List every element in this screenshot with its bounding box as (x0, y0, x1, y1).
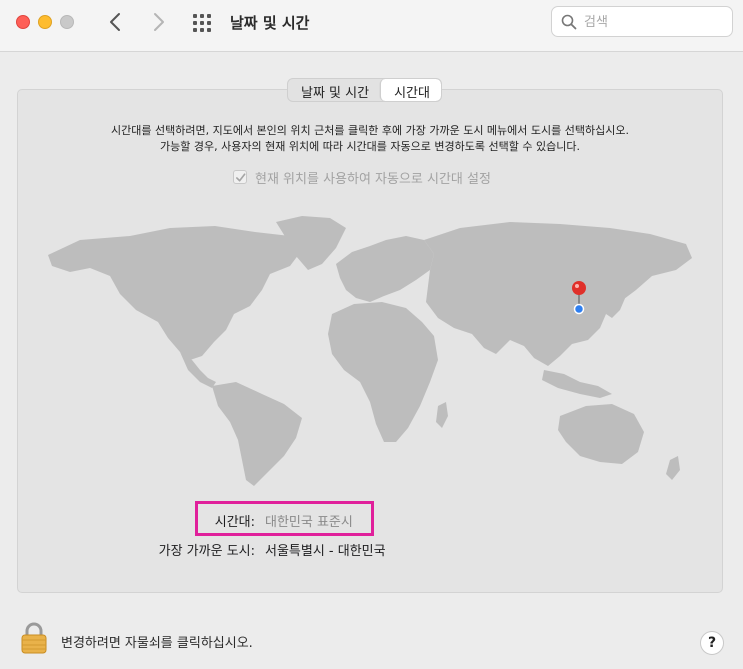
north-america-landmass[interactable] (48, 226, 302, 360)
map-landmasses (48, 216, 692, 486)
south-america-landmass[interactable] (212, 382, 302, 486)
auto-timezone-label: 현재 위치를 사용하여 자동으로 시간대 설정 (255, 171, 491, 187)
southeast-asia-islands[interactable] (542, 370, 612, 398)
description-line-2: 가능할 경우, 사용자의 현재 위치에 따라 시간대를 자동으로 변경하도록 선… (160, 140, 580, 153)
timezone-label: 시간대: (214, 515, 255, 530)
close-window-button[interactable] (16, 15, 30, 29)
preferences-window: 날짜 및 시간 날짜 및 시간 시간대 시간대를 선택하려면, 지도에서 본인의… (0, 0, 743, 669)
search-icon (561, 14, 577, 30)
world-map[interactable] (40, 210, 700, 490)
grid-icon (193, 14, 211, 32)
checkmark-icon (236, 173, 246, 182)
timezone-value: 대한민국 표준시 (265, 515, 353, 530)
minimize-window-button[interactable] (38, 15, 52, 29)
africa-landmass[interactable] (328, 302, 438, 442)
asia-landmass[interactable] (424, 222, 692, 366)
tab-timezone[interactable]: 시간대 (380, 79, 441, 101)
search-input[interactable] (584, 12, 724, 32)
back-button[interactable] (104, 10, 128, 34)
auto-timezone-option[interactable]: 현재 위치를 사용하여 자동으로 시간대 설정 (233, 168, 491, 187)
current-location-dot (573, 303, 585, 315)
show-all-button[interactable] (192, 12, 214, 34)
closest-city-label: 가장 가까운 도시: (158, 544, 255, 559)
forward-arrow-icon (154, 13, 164, 31)
search-field[interactable] (551, 6, 733, 37)
forward-button[interactable] (146, 10, 170, 34)
lock-instruction: 변경하려면 자물쇠를 클릭하십시오. (61, 636, 253, 651)
closest-city-value[interactable]: 서울특별시 - 대한민국 (265, 540, 386, 559)
description-line-1: 시간대를 선택하려면, 지도에서 본인의 위치 근처를 클릭한 후에 가장 가까… (111, 124, 629, 137)
europe-landmass[interactable] (336, 236, 434, 302)
zoom-window-button[interactable] (60, 15, 74, 29)
tab-date-time[interactable]: 날짜 및 시간 (288, 79, 380, 101)
back-arrow-icon (110, 13, 120, 31)
tab-bar: 날짜 및 시간 시간대 (287, 78, 442, 102)
help-button[interactable]: ? (700, 631, 724, 655)
new-zealand-landmass[interactable] (666, 456, 680, 480)
auto-timezone-checkbox[interactable] (233, 170, 247, 184)
australia-landmass[interactable] (558, 404, 644, 464)
central-america-landmass[interactable] (180, 352, 216, 388)
title-bar: 날짜 및 시간 (0, 0, 743, 52)
window-title: 날짜 및 시간 (230, 14, 310, 32)
madagascar-landmass[interactable] (436, 402, 448, 428)
map-pin-icon (572, 281, 586, 295)
lock-icon[interactable] (21, 622, 47, 654)
